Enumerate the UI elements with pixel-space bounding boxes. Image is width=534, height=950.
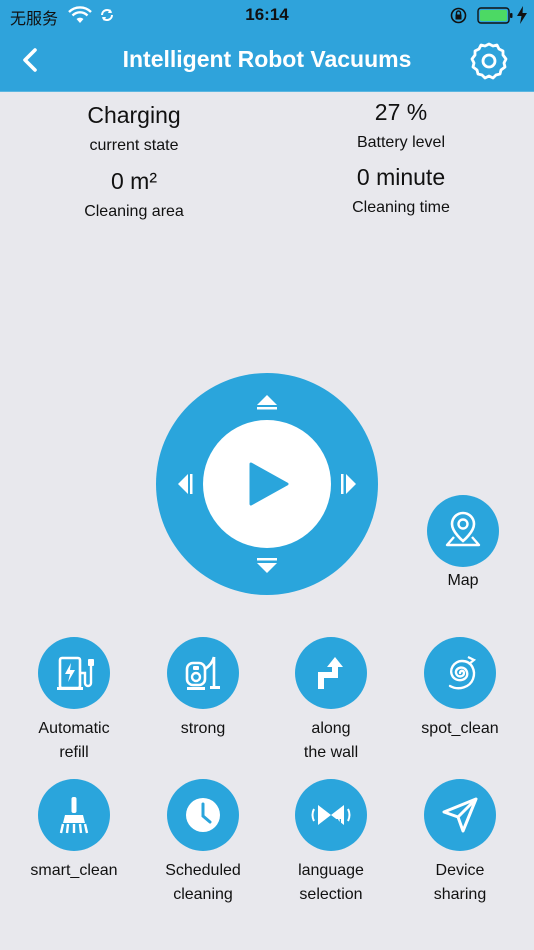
along-the-wall-button[interactable] [295, 637, 367, 709]
spot-clean-button[interactable] [424, 637, 496, 709]
feature-label: Scheduled cleaning [165, 862, 241, 903]
language-icon: CN EN [311, 804, 351, 826]
feature-language-selection[interactable]: CN EN language selection [267, 779, 395, 907]
cleaning-time-label: Cleaning time [352, 199, 450, 216]
turn-arrow-icon [318, 657, 343, 689]
device-sharing-button[interactable] [424, 779, 496, 851]
feature-device-sharing[interactable]: Device sharing [396, 779, 524, 907]
feature-smart-clean[interactable]: smart_clean [10, 779, 138, 883]
down-arrow-button[interactable] [255, 555, 279, 575]
feature-label: Automatic refill [38, 720, 110, 761]
feature-automatic-refill[interactable]: Automatic refill [10, 637, 138, 765]
cleaning-area-stat: 0 m² Cleaning area [19, 168, 249, 221]
charging-bolt-icon [517, 6, 527, 24]
right-arrow-button[interactable] [338, 472, 358, 496]
spiral-icon [448, 656, 477, 690]
header-bar: 无服务 16:14 Intelligent Robot Vacuums [0, 0, 534, 92]
cleaning-time-value: 0 minute [356, 164, 446, 190]
vacuum-icon [185, 656, 220, 690]
feature-label: smart_clean [30, 862, 118, 879]
battery-value: 27 % [374, 99, 428, 125]
svg-text:CN: CN [323, 804, 334, 812]
clock-icon [186, 798, 220, 832]
map-label: Map [447, 572, 479, 589]
feature-label: strong [180, 720, 226, 737]
send-icon [442, 797, 478, 833]
current-state-label: current state [89, 137, 179, 154]
feature-label: Device sharing [433, 862, 487, 903]
cleaning-area-value: 0 m² [111, 168, 157, 194]
scheduled-cleaning-button[interactable] [167, 779, 239, 851]
feature-scheduled-cleaning[interactable]: Scheduled cleaning [139, 779, 267, 907]
charging-station-icon [57, 656, 94, 690]
broom-icon [59, 797, 89, 834]
feature-spot-clean[interactable]: spot_clean [396, 637, 524, 741]
left-arrow-button[interactable] [176, 472, 196, 496]
feature-strong[interactable]: strong [139, 637, 267, 741]
svg-text:EN: EN [331, 818, 342, 826]
direction-pad [156, 373, 378, 595]
feature-label: language selection [298, 862, 364, 903]
battery-stat: 27 % Battery level [286, 99, 516, 152]
feature-along-the-wall[interactable]: along the wall [267, 637, 395, 765]
status-bar: 无服务 16:14 [0, 0, 534, 30]
smart-clean-button[interactable] [38, 779, 110, 851]
current-state-stat: Charging current state [19, 102, 249, 155]
up-arrow-button[interactable] [255, 393, 279, 413]
rotation-lock-icon [450, 7, 467, 24]
page-title: Intelligent Robot Vacuums [122, 46, 412, 72]
gear-icon [470, 42, 508, 80]
play-icon [249, 462, 289, 506]
battery-icon [477, 7, 513, 24]
cleaning-time-stat: 0 minute Cleaning time [286, 164, 516, 217]
current-state-value: Charging [87, 102, 181, 128]
feature-label: along the wall [303, 720, 359, 761]
feature-label: spot_clean [421, 720, 499, 737]
settings-button[interactable] [468, 40, 510, 82]
strong-button[interactable] [167, 637, 239, 709]
start-button[interactable] [203, 420, 331, 548]
automatic-refill-button[interactable] [38, 637, 110, 709]
language-selection-button[interactable]: CN EN [295, 779, 367, 851]
map-pin-icon [445, 511, 481, 547]
battery-label: Battery level [356, 134, 446, 151]
cleaning-area-label: Cleaning area [84, 203, 184, 220]
map-button[interactable] [427, 495, 499, 567]
